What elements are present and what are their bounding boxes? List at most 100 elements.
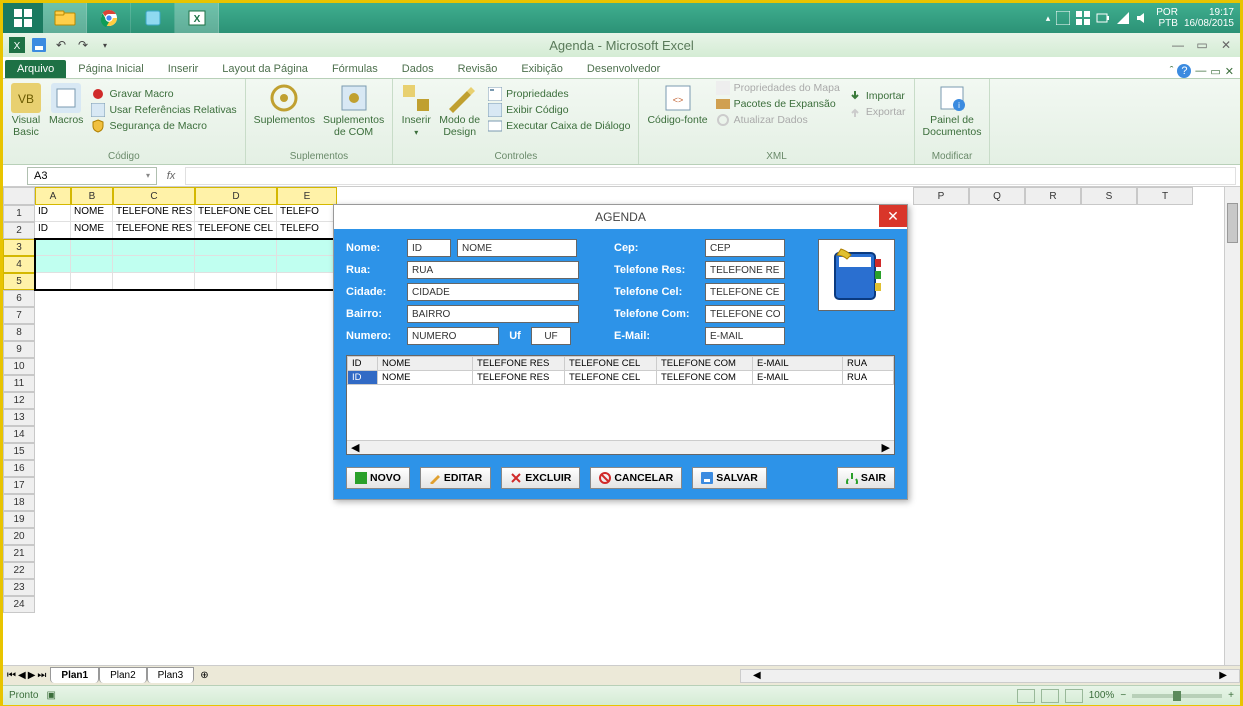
taskbar-app-excel[interactable]: X: [175, 3, 219, 33]
tray-battery-icon[interactable]: [1096, 11, 1110, 25]
row-header[interactable]: 1: [3, 205, 35, 222]
editar-button[interactable]: EDITAR: [420, 467, 491, 489]
column-header[interactable]: S: [1081, 187, 1137, 205]
sheet-nav-last[interactable]: ⏭: [37, 670, 46, 681]
ribbon-refs-relativas[interactable]: Usar Referências Relativas: [91, 103, 236, 117]
dialog-title-bar[interactable]: AGENDA ✕: [334, 205, 907, 229]
wb-close-icon[interactable]: ✕: [1225, 65, 1234, 78]
excel-app-icon[interactable]: X: [7, 36, 27, 54]
row-header[interactable]: 17: [3, 477, 35, 494]
row-header[interactable]: 18: [3, 494, 35, 511]
cell[interactable]: TELEFONE CEL: [195, 205, 277, 222]
cell[interactable]: [277, 256, 337, 273]
row-header[interactable]: 7: [3, 307, 35, 324]
sheet-nav-prev[interactable]: ◀: [18, 670, 26, 681]
tab-file[interactable]: Arquivo: [5, 60, 66, 78]
column-header[interactable]: A: [35, 187, 71, 205]
ribbon-suplementos-com[interactable]: Suplementos de COM: [323, 81, 384, 138]
tab-formulas[interactable]: Fórmulas: [320, 60, 390, 78]
sheet-nav-first[interactable]: ⏮: [7, 670, 16, 681]
row-header[interactable]: 24: [3, 596, 35, 613]
row-header[interactable]: 16: [3, 460, 35, 477]
ribbon-macros[interactable]: Macros: [49, 81, 83, 138]
formula-input[interactable]: [185, 167, 1236, 185]
column-header[interactable]: T: [1137, 187, 1193, 205]
close-button[interactable]: ✕: [1216, 38, 1236, 52]
cell[interactable]: [195, 256, 277, 273]
tray-lang[interactable]: POR PTB: [1156, 7, 1178, 29]
cell[interactable]: TELEFONE RES: [113, 205, 195, 222]
input-nome[interactable]: [457, 239, 577, 257]
name-box[interactable]: A3▾: [27, 167, 157, 185]
tab-home[interactable]: Página Inicial: [66, 60, 155, 78]
row-header[interactable]: 21: [3, 545, 35, 562]
sheet-tab-plan1[interactable]: Plan1: [50, 667, 99, 683]
cell[interactable]: [35, 239, 71, 256]
column-header[interactable]: D: [195, 187, 277, 205]
start-button[interactable]: [3, 3, 43, 33]
cell[interactable]: [195, 273, 277, 290]
cell[interactable]: TELEFONE CEL: [195, 222, 277, 239]
cell[interactable]: TELEFO: [277, 205, 337, 222]
list-row[interactable]: ID NOME TELEFONE RES TELEFONE CEL TELEFO…: [348, 371, 894, 385]
maximize-button[interactable]: ▭: [1192, 38, 1212, 52]
zoom-slider[interactable]: [1132, 694, 1222, 698]
zoom-in[interactable]: +: [1228, 690, 1234, 701]
qat-redo-icon[interactable]: ↷: [73, 36, 93, 54]
wb-minimize-icon[interactable]: —: [1195, 65, 1206, 77]
sheet-tab-plan2[interactable]: Plan2: [99, 667, 147, 683]
tab-view[interactable]: Exibição: [509, 60, 575, 78]
row-header[interactable]: 23: [3, 579, 35, 596]
tab-data[interactable]: Dados: [390, 60, 446, 78]
taskbar-app-explorer[interactable]: [43, 3, 87, 33]
column-header[interactable]: B: [71, 187, 113, 205]
input-bairro[interactable]: [407, 305, 579, 323]
input-telcom[interactable]: [705, 305, 785, 323]
ribbon-gravar-macro[interactable]: Gravar Macro: [91, 87, 236, 101]
cell[interactable]: [195, 239, 277, 256]
tray-flag-icon[interactable]: [1056, 11, 1070, 25]
cell[interactable]: NOME: [71, 222, 113, 239]
row-header[interactable]: 20: [3, 528, 35, 545]
row-header[interactable]: 10: [3, 358, 35, 375]
tray-windows-icon[interactable]: [1076, 11, 1090, 25]
row-header[interactable]: 11: [3, 375, 35, 392]
cell[interactable]: NOME: [71, 205, 113, 222]
row-header[interactable]: 5: [3, 273, 35, 290]
cell[interactable]: [113, 239, 195, 256]
listbox-hscroll[interactable]: ◀▶: [347, 440, 894, 454]
column-header[interactable]: Q: [969, 187, 1025, 205]
view-pagelayout[interactable]: [1041, 689, 1059, 703]
ribbon-propriedades[interactable]: Propriedades: [488, 87, 630, 101]
tray-volume-icon[interactable]: [1136, 11, 1150, 25]
cell[interactable]: [35, 273, 71, 290]
ribbon-xml-import[interactable]: Importar: [848, 89, 906, 103]
fx-icon[interactable]: fx: [161, 170, 181, 182]
novo-button[interactable]: NOVO: [346, 467, 410, 489]
dialog-close-button[interactable]: ✕: [879, 205, 907, 227]
row-header[interactable]: 22: [3, 562, 35, 579]
row-header[interactable]: 12: [3, 392, 35, 409]
select-all-corner[interactable]: [3, 187, 35, 205]
input-uf[interactable]: [531, 327, 571, 345]
row-header[interactable]: 15: [3, 443, 35, 460]
tray-chevron-icon[interactable]: ▴: [1046, 13, 1051, 24]
tab-developer[interactable]: Desenvolvedor: [575, 60, 672, 78]
qat-save-icon[interactable]: [29, 36, 49, 54]
cell[interactable]: [71, 239, 113, 256]
cell[interactable]: TELEFONE RES: [113, 222, 195, 239]
taskbar-app-notes[interactable]: [131, 3, 175, 33]
tray-clock[interactable]: 19:17 16/08/2015: [1184, 7, 1234, 29]
qat-undo-icon[interactable]: ↶: [51, 36, 71, 54]
taskbar-app-chrome[interactable]: [87, 3, 131, 33]
ribbon-exibir-codigo[interactable]: Exibir Código: [488, 103, 630, 117]
tray-network-icon[interactable]: [1116, 11, 1130, 25]
column-header[interactable]: R: [1025, 187, 1081, 205]
input-cidade[interactable]: [407, 283, 579, 301]
row-header[interactable]: 3: [3, 239, 35, 256]
ribbon-xml-fonte[interactable]: <>Código-fonte: [647, 81, 707, 127]
ribbon-inserir-ctrl[interactable]: Inserir▾: [401, 81, 431, 138]
row-header[interactable]: 2: [3, 222, 35, 239]
ribbon-painel-docs[interactable]: iPainel de Documentos: [923, 81, 982, 138]
records-listbox[interactable]: ID NOME TELEFONE RES TELEFONE CEL TELEFO…: [346, 355, 895, 455]
